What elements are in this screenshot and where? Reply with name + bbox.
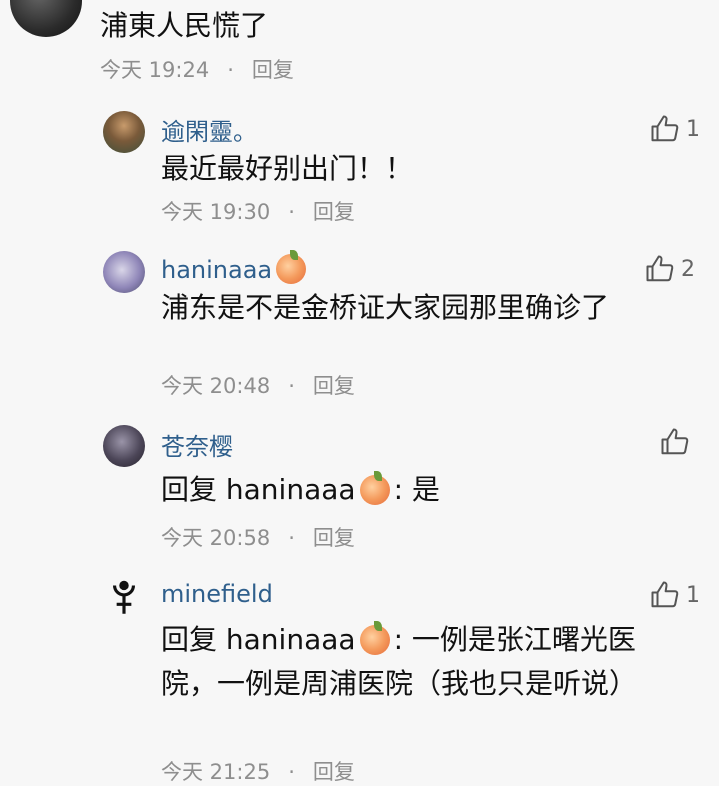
avatar[interactable] <box>103 111 145 153</box>
username-row: haninaaa <box>161 250 310 284</box>
reply-prefix: 回复 haninaaa <box>161 473 356 506</box>
meta-dot: · <box>227 58 234 82</box>
like-count: 1 <box>686 582 700 608</box>
peach-emoji-icon <box>359 621 390 655</box>
thumbs-up-icon <box>646 255 674 282</box>
like-button[interactable]: 2 <box>645 254 695 284</box>
comment-meta: 今天 19:24 · 回复 <box>100 54 294 84</box>
reply-text: 浦东是不是金桥证大家园那里确诊了 <box>161 291 610 324</box>
username[interactable]: haninaaa <box>161 256 272 284</box>
like-count: 2 <box>681 256 695 282</box>
username[interactable]: 苍奈樱 <box>161 427 233 462</box>
meta-dot: · <box>288 200 295 224</box>
comment-text: 浦東人民慌了 <box>100 9 269 42</box>
pluto-symbol-icon <box>112 580 136 614</box>
username[interactable]: 逾閑靈。 <box>161 112 257 147</box>
reply-button[interactable]: 回复 <box>313 200 355 224</box>
avatar[interactable] <box>10 0 82 37</box>
reply-text: : 是 <box>393 473 440 506</box>
avatar[interactable] <box>103 251 145 293</box>
meta-dot: · <box>288 760 295 784</box>
avatar[interactable] <box>103 576 145 618</box>
reply-meta: 今天 19:30 · 回复 <box>161 196 355 226</box>
comment-time: 今天 19:24 <box>100 58 210 82</box>
peach-emoji-icon <box>276 250 307 284</box>
reply-meta: 今天 20:58 · 回复 <box>161 522 355 552</box>
username[interactable]: minefield <box>161 580 273 608</box>
reply-time: 今天 20:58 <box>161 526 271 550</box>
reply-button[interactable]: 回复 <box>313 760 355 784</box>
reply-time: 今天 21:25 <box>161 760 271 784</box>
reply-text-row: 回复 haninaaa: 一例是张江曙光医院，一例是周浦医院（我也只是听说） <box>161 618 651 706</box>
reply-button[interactable]: 回复 <box>313 526 355 550</box>
like-button[interactable]: 1 <box>650 580 700 610</box>
reply-text-row: 回复 haninaaa : 是 <box>161 468 651 512</box>
thumbs-up-icon <box>661 428 689 455</box>
reply-meta: 今天 20:48 · 回复 <box>161 370 355 400</box>
reply-time: 今天 19:30 <box>161 200 271 224</box>
meta-dot: · <box>288 374 295 398</box>
like-count: 1 <box>686 116 700 142</box>
avatar[interactable] <box>103 425 145 467</box>
reply-time: 今天 20:48 <box>161 374 271 398</box>
peach-emoji-icon <box>359 471 390 505</box>
reply-text: 最近最好别出门！！ <box>161 152 414 185</box>
meta-dot: · <box>288 526 295 550</box>
reply-button[interactable]: 回复 <box>252 58 294 82</box>
thumbs-up-icon <box>651 115 679 142</box>
reply-prefix: 回复 haninaaa <box>161 623 356 656</box>
like-button[interactable]: 1 <box>650 114 700 144</box>
thumbs-up-icon <box>651 581 679 608</box>
like-button[interactable] <box>660 427 696 457</box>
reply-button[interactable]: 回复 <box>313 374 355 398</box>
